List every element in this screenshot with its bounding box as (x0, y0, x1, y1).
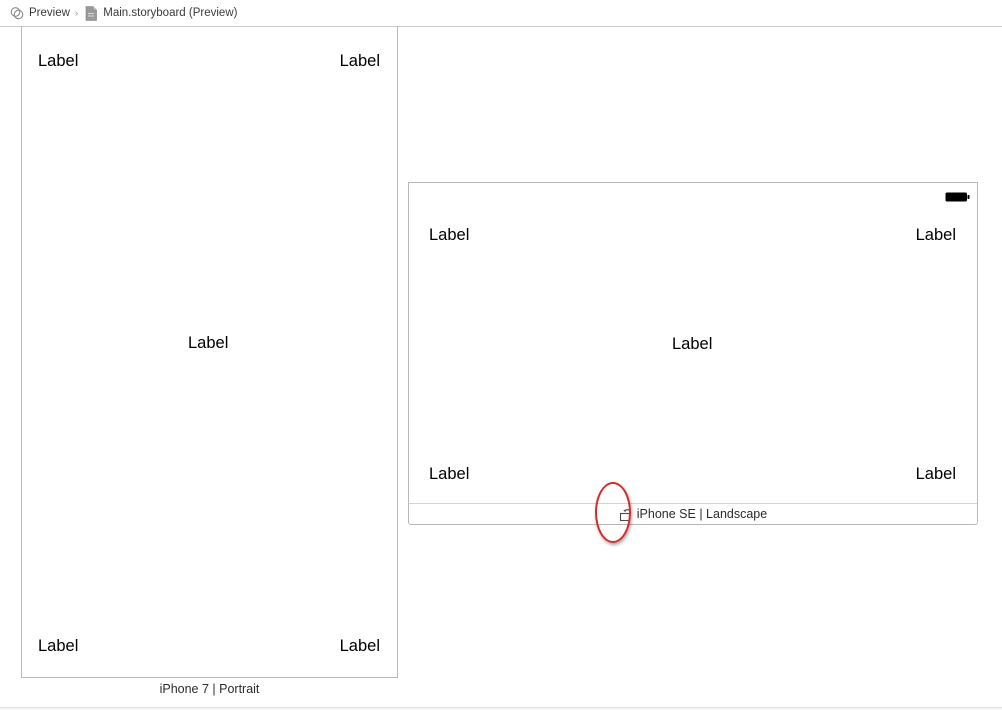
label-bottom-right[interactable]: Label (916, 466, 956, 483)
label-bottom-right[interactable]: Label (340, 638, 380, 655)
label-bottom-left[interactable]: Label (429, 466, 469, 483)
breadcrumb-separator: › (74, 7, 79, 19)
label-top-left[interactable]: Label (38, 53, 78, 70)
breadcrumb-label: Main.storyboard (Preview) (103, 7, 238, 19)
assistant-editor-icon (9, 6, 24, 21)
breadcrumb: Preview › Main.storyboard (Preview) (0, 0, 1002, 27)
label-top-right[interactable]: Label (916, 227, 956, 244)
device-footer-landscape: iPhone SE | Landscape (408, 503, 978, 525)
label-center[interactable]: Label (188, 335, 228, 352)
device-caption-portrait: iPhone 7 | Portrait (159, 682, 260, 696)
label-top-left[interactable]: Label (429, 227, 469, 244)
device-caption-landscape: iPhone SE | Landscape (636, 507, 768, 521)
breadcrumb-item-storyboard[interactable]: Main.storyboard (Preview) (83, 5, 238, 21)
label-bottom-left[interactable]: Label (38, 638, 78, 655)
preview-canvas: Preview › Main.storyboard (Preview) Labe… (0, 0, 1002, 710)
device-preview-landscape[interactable]: Label Label Label Label Label (408, 182, 978, 504)
label-center[interactable]: Label (672, 336, 712, 353)
label-top-right[interactable]: Label (340, 53, 380, 70)
breadcrumb-label: Preview (29, 7, 70, 19)
breadcrumb-item-preview[interactable]: Preview (9, 6, 70, 21)
device-preview-portrait[interactable]: Label Label Label Label Label (21, 27, 398, 678)
rotate-device-icon (619, 507, 634, 522)
rotate-device-button[interactable] (619, 506, 635, 522)
storyboard-file-icon (83, 5, 98, 21)
battery-icon (945, 189, 970, 202)
